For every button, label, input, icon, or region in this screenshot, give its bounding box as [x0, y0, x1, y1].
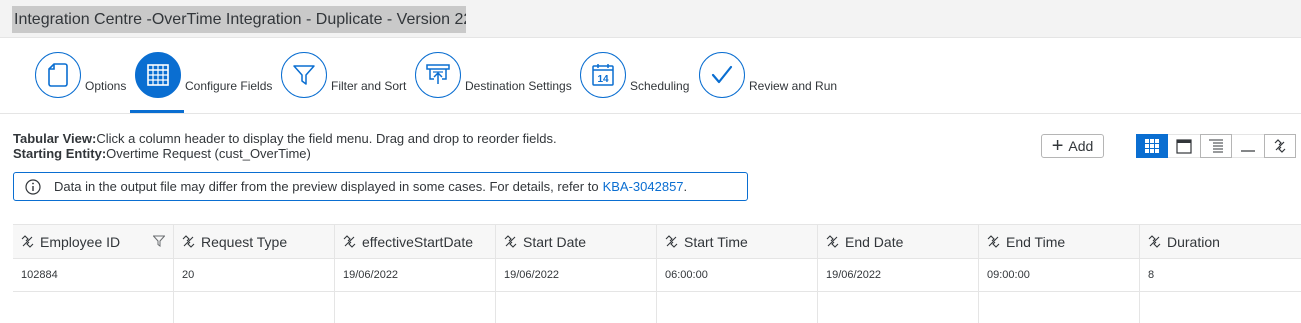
starting-entity-text: Overtime Request (cust_OverTime)	[106, 146, 311, 161]
link-icon	[665, 235, 678, 248]
preview-table: Employee ID Request Type effectiveStartD…	[13, 224, 1301, 323]
column-header-employee-id[interactable]: Employee ID	[13, 225, 174, 258]
tabular-view-text: Click a column header to display the fie…	[96, 131, 557, 146]
table-cell: 19/06/2022	[818, 259, 979, 291]
column-header-start-date[interactable]: Start Date	[496, 225, 657, 258]
minimize-icon[interactable]	[1232, 134, 1264, 158]
link-icon	[987, 235, 1000, 248]
table-cell: 8	[1148, 269, 1155, 281]
column-header-duration[interactable]: Duration	[1140, 225, 1301, 258]
page-title: Integration Centre -OverTime Integration…	[12, 6, 466, 33]
link-icon	[1148, 235, 1161, 248]
starting-entity-label: Starting Entity:	[13, 146, 107, 161]
step-destination-settings-label: Destination Settings	[465, 79, 572, 93]
tabular-view-label: Tabular View:	[13, 131, 97, 146]
column-label: Request Type	[201, 233, 288, 250]
upload-icon	[415, 52, 461, 98]
notice-text: Data in the output file may differ from …	[54, 179, 599, 194]
table-header: Employee ID Request Type effectiveStartD…	[13, 225, 1301, 259]
link-icon	[343, 235, 356, 248]
table-cell	[1140, 292, 1301, 323]
table-cell: 20	[174, 259, 335, 291]
column-header-start-time[interactable]: Start Time	[657, 225, 818, 258]
step-destination-settings[interactable]: Destination Settings	[415, 52, 572, 114]
table-cell	[818, 292, 979, 323]
table-row: 102884 20 19/06/2022 19/06/2022 06:00:00…	[13, 259, 1301, 292]
link-icon	[21, 235, 34, 248]
grid-view-icon[interactable]	[1136, 134, 1168, 158]
column-label: Start Time	[684, 233, 748, 250]
filter-icon	[153, 235, 165, 247]
kba-link[interactable]: KBA-3042857	[603, 179, 684, 194]
table-cell	[657, 292, 818, 323]
calendar-day: 14	[597, 74, 609, 85]
add-button-label: Add	[1068, 138, 1094, 154]
column-label: Employee ID	[40, 233, 121, 250]
table-cell	[496, 292, 657, 323]
step-scheduling-label: Scheduling	[630, 79, 690, 93]
column-header-effective-start-date[interactable]: effectiveStartDate	[335, 225, 496, 258]
table-cell	[335, 292, 496, 323]
info-message-strip: Data in the output file may differ from …	[13, 172, 748, 201]
column-header-end-time[interactable]: End Time	[979, 225, 1140, 258]
step-options-label: Options	[85, 79, 127, 93]
table-cell	[979, 292, 1140, 323]
grid-icon	[135, 52, 181, 98]
table-cell: 09:00:00	[979, 259, 1140, 291]
column-label: effectiveStartDate	[362, 233, 474, 250]
info-text: Tabular View:Click a column header to di…	[13, 131, 557, 161]
step-configure-fields[interactable]: Configure Fields	[135, 52, 272, 114]
step-review-run-label: Review and Run	[749, 79, 838, 93]
table-cell: 19/06/2022	[496, 259, 657, 291]
funnel-icon	[281, 52, 327, 98]
active-step-indicator	[130, 110, 184, 113]
title-bar: Integration Centre -OverTime Integration…	[0, 0, 1301, 38]
link-icon	[182, 235, 195, 248]
step-options[interactable]: Options	[35, 52, 126, 114]
column-label: Duration	[1167, 233, 1220, 250]
info-icon	[25, 178, 41, 195]
step-filter-sort-label: Filter and Sort	[331, 79, 407, 93]
column-label: End Time	[1006, 233, 1066, 250]
wizard-steps: Options Configure Fields Filter and Sort	[0, 39, 1301, 114]
plus-icon: +	[1051, 135, 1064, 157]
table-cell: 102884	[13, 259, 174, 291]
column-header-request-type[interactable]: Request Type	[174, 225, 335, 258]
table-row-empty	[13, 292, 1301, 323]
view-toggle-group	[1136, 134, 1296, 158]
link-icon	[826, 235, 839, 248]
checkmark-icon	[699, 52, 745, 98]
table-cell	[174, 292, 335, 323]
table-cell: 06:00:00	[657, 259, 818, 291]
notice-suffix: .	[683, 179, 688, 194]
column-label: End Date	[845, 233, 904, 250]
step-configure-fields-label: Configure Fields	[185, 79, 273, 93]
add-button[interactable]: + Add	[1041, 134, 1104, 158]
step-review-run[interactable]: Review and Run	[699, 52, 837, 114]
link-icon	[504, 235, 517, 248]
step-scheduling[interactable]: 14 Scheduling	[580, 52, 689, 114]
document-icon	[35, 52, 81, 98]
column-label: Start Date	[523, 233, 587, 250]
calendar-icon: 14	[580, 52, 626, 98]
panel-view-icon[interactable]	[1168, 134, 1200, 158]
table-cell	[13, 292, 174, 323]
column-header-end-date[interactable]: End Date	[818, 225, 979, 258]
step-filter-sort[interactable]: Filter and Sort	[281, 52, 406, 114]
list-view-icon[interactable]	[1200, 134, 1232, 158]
table-cell: 19/06/2022	[335, 259, 496, 291]
link-icon[interactable]	[1264, 134, 1296, 158]
